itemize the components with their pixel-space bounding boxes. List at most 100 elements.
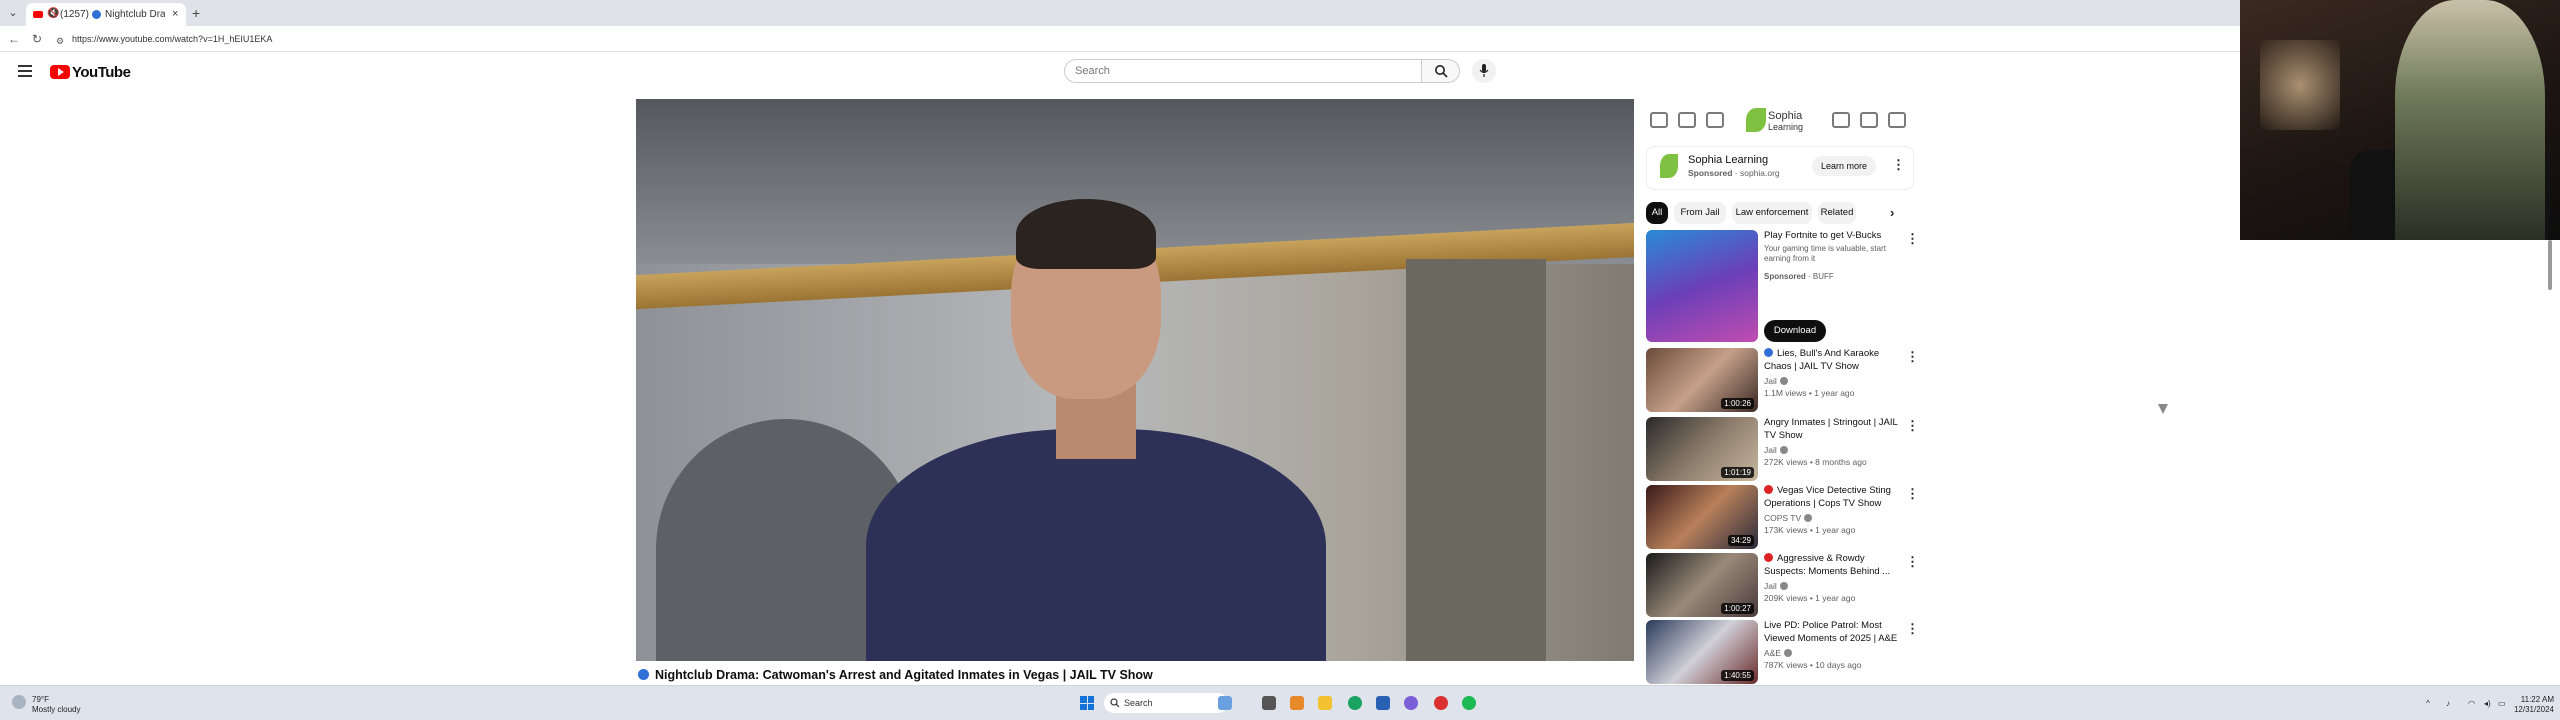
copilot-icon[interactable] [1290, 696, 1304, 710]
ad-video-sponsored: Sponsored [1764, 272, 1806, 281]
weather-cloud-icon[interactable] [12, 695, 26, 709]
tray-chevron-icon[interactable]: ^ [2426, 699, 2430, 708]
app-icon[interactable] [1434, 696, 1448, 710]
tab-title: Nightclub Drama: ... [105, 9, 165, 20]
duration-badge: 1:00:27 [1721, 603, 1754, 614]
list-item[interactable]: 34:29 Vegas Vice Detective Sting Operati… [1646, 485, 1919, 551]
weather-temperature[interactable]: 79°F [32, 695, 49, 704]
back-arrow-icon[interactable]: ← [8, 31, 20, 47]
microphone-icon [1479, 64, 1489, 77]
task-view-icon[interactable] [1262, 696, 1276, 710]
download-button[interactable]: Download [1764, 320, 1826, 342]
video-item-title[interactable]: Aggressive & Rowdy Suspects: Moments Beh… [1764, 553, 1904, 578]
chrome-icon[interactable] [1348, 696, 1362, 710]
channel-name: Jail [1764, 581, 1777, 591]
video-item-title[interactable]: Angry Inmates | Stringout | JAIL TV Show [1764, 417, 1904, 442]
channel-logo-icon [1764, 553, 1773, 562]
ad-title[interactable]: Sophia Learning [1688, 154, 1768, 167]
start-windows-icon[interactable] [1080, 696, 1094, 710]
file-explorer-icon[interactable] [1318, 696, 1332, 710]
video-thumbnail[interactable]: 1:40:55 [1646, 620, 1758, 684]
webcam-lamp [2260, 40, 2340, 130]
volume-icon[interactable]: ◂) [2484, 699, 2491, 708]
clock-date[interactable]: 12/31/2024 [2510, 705, 2554, 714]
search-input[interactable]: Search [1064, 59, 1422, 83]
learn-more-button[interactable]: Learn more [1812, 156, 1876, 176]
site-info-icon[interactable]: ⚙ [56, 33, 64, 49]
video-item-channel[interactable]: Jail [1764, 376, 1788, 387]
store-icon[interactable] [1376, 696, 1390, 710]
video-item-views: 272K views • 8 months ago [1764, 457, 1867, 467]
video-item-title[interactable]: Vegas Vice Detective Sting Operations | … [1764, 485, 1904, 510]
chip-all[interactable]: All [1646, 202, 1668, 224]
ad-video-more-icon[interactable]: ⋮ [1906, 232, 1919, 245]
chips-next-chevron-icon[interactable]: › [1890, 205, 1894, 221]
video-item-title[interactable]: Live PD: Police Patrol: Most Viewed Mome… [1764, 620, 1904, 645]
video-frame-shirt [866, 429, 1326, 661]
list-item[interactable]: 1:00:26 Lies, Bull's And Karaoke Chaos |… [1646, 348, 1919, 414]
video-item-channel[interactable]: COPS TV [1764, 513, 1813, 524]
chip-law-enforcement[interactable]: Law enforcement [1732, 202, 1812, 224]
verified-icon [1779, 582, 1788, 590]
list-item[interactable]: 1:40:55 Live PD: Police Patrol: Most Vie… [1646, 620, 1919, 686]
address-bar: ← ↻ ⚙ https://www.youtube.com/watch?v=1H… [0, 26, 2240, 52]
video-item-title[interactable]: Lies, Bull's And Karaoke Chaos | JAIL TV… [1764, 348, 1904, 373]
video-item-channel[interactable]: Jail [1764, 581, 1788, 592]
video-more-icon[interactable]: ⋮ [1906, 622, 1919, 635]
video-thumbnail[interactable]: 1:00:26 [1646, 348, 1758, 412]
spotify-icon[interactable] [1462, 696, 1476, 710]
video-frame-door [1406, 259, 1546, 661]
clock-time[interactable]: 11:22 AM [2510, 695, 2554, 704]
ad-more-icon[interactable]: ⋮ [1892, 158, 1905, 171]
mute-tab-icon[interactable]: 🔇 [47, 8, 59, 20]
search-button[interactable] [1422, 59, 1460, 83]
scrollbar-thumb[interactable] [2548, 240, 2552, 290]
ad-video-meta: Sponsored · BUFF [1764, 272, 1834, 281]
tray-bell-icon[interactable]: ♪ [2446, 699, 2450, 708]
battery-icon[interactable]: ▭ [2498, 699, 2506, 708]
menu-icon[interactable] [18, 65, 32, 80]
video-more-icon[interactable]: ⋮ [1906, 487, 1919, 500]
video-title: Nightclub Drama: Catwoman's Arrest and A… [638, 668, 1153, 682]
search-icon [1110, 698, 1120, 708]
chip-related[interactable]: Related [1818, 202, 1856, 224]
weather-condition[interactable]: Mostly cloudy [32, 705, 80, 714]
channel-name: Jail [1764, 445, 1777, 455]
tab-close-icon[interactable]: × [172, 3, 178, 26]
video-thumbnail[interactable]: 1:01:19 [1646, 417, 1758, 481]
video-frame-hair [1016, 199, 1156, 269]
browser-tab-active[interactable]: 🔇 (1257) Nightclub Drama: ... × [26, 3, 186, 26]
channel-logo-icon [1764, 485, 1773, 494]
new-tab-button[interactable]: + [192, 4, 200, 22]
video-thumbnail[interactable]: 1:00:27 [1646, 553, 1758, 617]
video-item-channel[interactable]: A&E [1764, 648, 1793, 659]
tab-notification-count: (1257) [60, 9, 89, 20]
ad-video-title[interactable]: Play Fortnite to get V-Bucks [1764, 230, 1881, 243]
channel-name: Jail [1764, 376, 1777, 386]
video-item-views: 787K views • 10 days ago [1764, 660, 1862, 670]
duration-badge: 1:00:26 [1721, 398, 1754, 409]
wifi-icon[interactable]: ◠ [2468, 699, 2475, 708]
science-icon [1706, 112, 1724, 128]
widgets-icon[interactable] [1218, 696, 1232, 710]
video-item-channel[interactable]: Jail [1764, 445, 1788, 456]
url-field[interactable]: https://www.youtube.com/watch?v=1H_hEIU1… [72, 32, 272, 46]
tab-search-chevron-icon[interactable]: ⌄ [4, 5, 22, 21]
list-item[interactable]: 1:00:27 Aggressive & Rowdy Suspects: Mom… [1646, 553, 1919, 619]
calculator-icon [1888, 112, 1906, 128]
video-thumbnail[interactable]: 34:29 [1646, 485, 1758, 549]
chart-icon [1678, 112, 1696, 128]
messenger-icon[interactable] [1404, 696, 1418, 710]
webcam-person [2395, 0, 2545, 240]
taskbar-search[interactable]: Search [1104, 693, 1228, 713]
ad-thumbnail[interactable] [1646, 230, 1758, 342]
reload-icon[interactable]: ↻ [32, 31, 42, 47]
list-item[interactable]: 1:01:19 Angry Inmates | Stringout | JAIL… [1646, 417, 1919, 483]
video-more-icon[interactable]: ⋮ [1906, 555, 1919, 568]
voice-search-button[interactable] [1472, 59, 1496, 83]
video-more-icon[interactable]: ⋮ [1906, 350, 1919, 363]
video-more-icon[interactable]: ⋮ [1906, 419, 1919, 432]
video-player[interactable] [636, 99, 1634, 661]
chip-from-jail[interactable]: From Jail [1674, 202, 1726, 224]
mouse-cursor-icon [2158, 404, 2168, 414]
